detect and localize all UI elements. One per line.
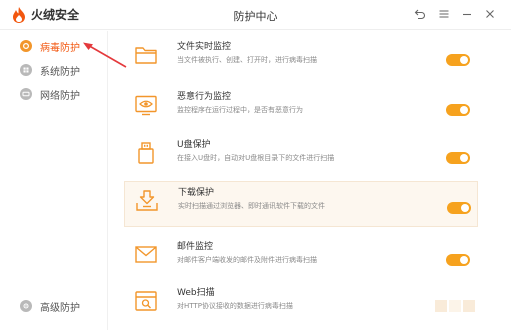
sidebar-item-system-protection[interactable]: 系统防护 <box>20 61 80 79</box>
menu-icon <box>439 10 449 18</box>
sidebar-item-label: 高级防护 <box>40 302 80 314</box>
mail-monitor-toggle[interactable] <box>446 254 470 266</box>
feature-description: 对邮件客户端收发的邮件及附件进行病毒扫描 <box>177 256 317 264</box>
sidebar-item-label: 系统防护 <box>40 66 80 78</box>
web-scan-icon <box>135 291 157 311</box>
eye-monitor-icon <box>135 95 157 116</box>
download-protection-toggle[interactable] <box>447 202 471 214</box>
sidebar-item-virus-protection[interactable]: 病毒防护 <box>20 37 80 55</box>
feature-mail-monitor: 邮件监控 对邮件客户端收发的邮件及附件进行病毒扫描 <box>124 236 478 282</box>
feature-title: 邮件监控 <box>177 242 214 252</box>
feature-description: 实时扫描通过浏览器、即时通讯软件下载的文件 <box>178 202 325 210</box>
title-bar: 火绒安全 防护中心 <box>0 0 511 30</box>
download-tray-icon <box>136 190 158 211</box>
annotation-arrow-icon <box>83 42 127 68</box>
feature-file-monitor: 文件实时监控 当文件被执行、创建、打开时，进行病毒扫描 <box>124 36 478 82</box>
feature-web-scan: Web扫描 对HTTP协议接收的数据进行病毒扫描 <box>124 282 478 328</box>
virus-shield-icon <box>20 40 32 52</box>
sidebar-item-network-protection[interactable]: 网络防护 <box>20 85 80 103</box>
feature-description: 当文件被执行、创建、打开时，进行病毒扫描 <box>177 56 317 64</box>
folder-icon <box>135 47 157 64</box>
menu-button[interactable] <box>436 6 452 22</box>
close-button[interactable] <box>482 6 498 22</box>
feature-description: 在接入U盘时，自动对U盘根目录下的文件进行扫描 <box>177 154 335 162</box>
feature-description: 对HTTP协议接收的数据进行病毒扫描 <box>177 302 293 310</box>
network-shield-icon <box>20 88 32 100</box>
back-arrow-icon <box>414 9 425 20</box>
back-button[interactable] <box>412 6 428 22</box>
feature-behavior-monitor: 恶意行为监控 监控程序在运行过程中，是否有恶意行为 <box>124 86 478 132</box>
sidebar-item-advanced-protection[interactable]: 高级防护 <box>20 297 80 315</box>
behavior-monitor-toggle[interactable] <box>446 104 470 116</box>
feature-description: 监控程序在运行过程中，是否有恶意行为 <box>177 106 303 114</box>
feature-title: U盘保护 <box>177 140 211 150</box>
usb-drive-icon <box>138 142 154 164</box>
mail-icon <box>135 246 157 263</box>
close-icon <box>486 10 494 18</box>
minimize-button[interactable] <box>459 6 475 22</box>
feature-download-protection: 下载保护 实时扫描通过浏览器、即时通讯软件下载的文件 <box>124 181 478 227</box>
feature-title: 下载保护 <box>178 188 215 198</box>
file-monitor-toggle[interactable] <box>446 54 470 66</box>
feature-usb-protection: U盘保护 在接入U盘时，自动对U盘根目录下的文件进行扫描 <box>124 134 478 180</box>
minimize-icon <box>463 13 471 16</box>
sidebar: 病毒防护 系统防护 网络防护 高级防护 <box>0 31 108 330</box>
window-title: 防护中心 <box>233 10 278 23</box>
feature-title: 恶意行为监控 <box>177 92 232 102</box>
system-shield-icon <box>20 64 32 76</box>
sidebar-item-label: 病毒防护 <box>40 42 80 54</box>
decorative-watermark <box>435 300 495 322</box>
feature-title: Web扫描 <box>177 288 215 298</box>
usb-protection-toggle[interactable] <box>446 152 470 164</box>
sidebar-item-label: 网络防护 <box>40 90 80 102</box>
advanced-shield-icon <box>20 300 32 312</box>
feature-title: 文件实时监控 <box>177 42 232 52</box>
